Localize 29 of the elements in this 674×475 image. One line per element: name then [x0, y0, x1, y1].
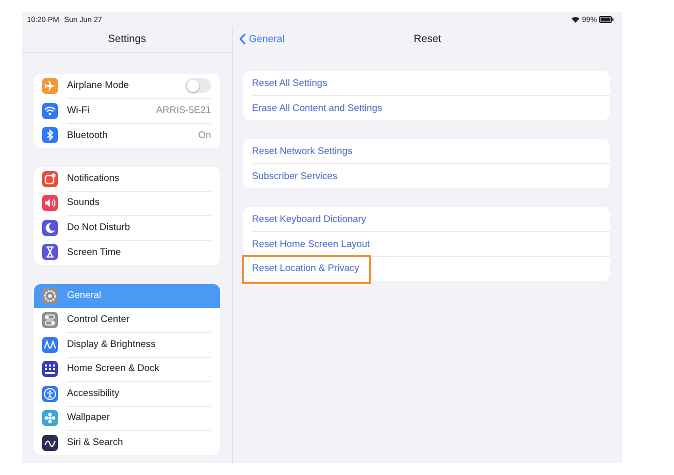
setting-value: ARRIS-5E21	[156, 104, 211, 116]
back-button[interactable]: General	[239, 33, 285, 45]
reset-option[interactable]: Erase All Content and Settings	[252, 102, 382, 114]
sidebar-item[interactable]: Sounds	[34, 191, 220, 216]
sidebar-item[interactable]: Airplane Mode	[34, 74, 220, 98]
sidebar-item[interactable]: Accessibility	[34, 382, 220, 406]
wifi-icon	[570, 16, 580, 22]
sidebar-item[interactable]: Siri & Search	[34, 430, 220, 455]
reset-option[interactable]: Subscriber Services	[252, 170, 338, 182]
battery-icon	[599, 16, 614, 22]
sidebar-item[interactable]: Home Screen & Dock	[34, 357, 220, 382]
sidebar-title: Settings	[108, 33, 146, 45]
sidebar-item[interactable]: Do Not Disturb	[34, 216, 220, 240]
sidebar-item[interactable]: Screen Time	[34, 240, 220, 264]
reset-option[interactable]: Reset Network Settings	[252, 146, 352, 157]
sidebar-item[interactable]: Control Center	[34, 308, 220, 332]
sidebar-item[interactable]: Bluetooth On	[34, 123, 220, 148]
reset-option[interactable]: Reset Home Screen Layout	[252, 238, 370, 250]
sidebar-item[interactable]: Wallpaper	[34, 406, 220, 430]
setting-value: On	[198, 130, 211, 141]
reset-option[interactable]: Reset Location & Privacy	[252, 263, 360, 274]
sidebar-item[interactable]: Notifications	[34, 166, 220, 191]
sidebar-item[interactable]: Wi-Fi ARRIS-5E21	[34, 98, 220, 123]
sidebar-item[interactable]: Display & Brightness	[34, 332, 220, 357]
chevron-left-icon	[239, 33, 246, 45]
reset-option[interactable]: Reset All Settings	[252, 78, 328, 89]
toggle-switch[interactable]	[185, 78, 211, 94]
reset-option[interactable]: Reset Keyboard Dictionary	[252, 214, 366, 225]
page-title: Reset	[414, 33, 442, 45]
